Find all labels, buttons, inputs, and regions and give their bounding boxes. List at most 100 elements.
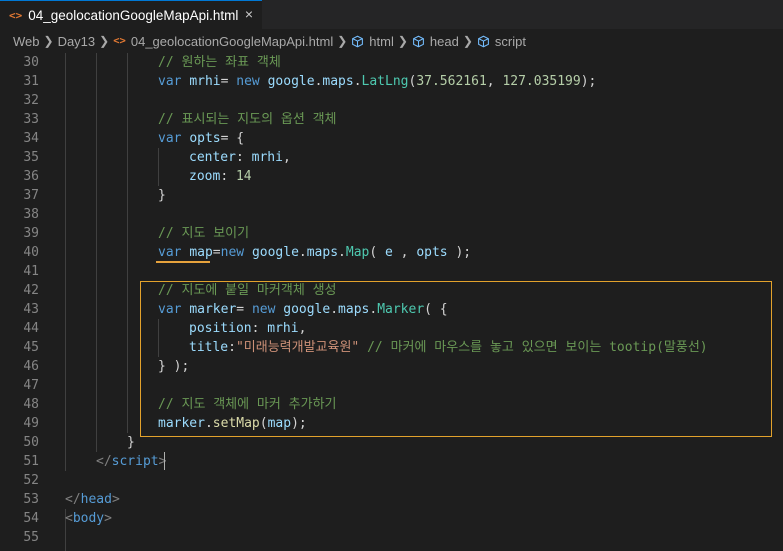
breadcrumb: Web ❯ Day13 ❯ <> 04_geolocationGoogleMap… (0, 29, 783, 53)
indent-guide (158, 148, 159, 186)
breadcrumb-file[interactable]: 04_geolocationGoogleMapApi.html (131, 34, 333, 49)
tag-bracket: < (65, 511, 73, 526)
variable: mrhi (251, 150, 283, 165)
text-cursor (164, 452, 165, 470)
line-number: 49 (23, 416, 39, 431)
line-number: 34 (23, 131, 39, 146)
variable: marker (158, 416, 205, 431)
comment: // 지도에 붙일 마커객체 생성 (158, 283, 337, 298)
line-number: 32 (23, 93, 39, 108)
punct: } (127, 435, 135, 450)
line-number: 36 (23, 169, 39, 184)
code-line: var mrhi= new google.maps.LatLng(37.5621… (158, 72, 596, 91)
punct: ); (291, 416, 307, 431)
property: position (189, 321, 252, 336)
punct: : (235, 150, 252, 165)
line-number: 55 (23, 530, 39, 545)
tag-bracket: > (104, 511, 112, 526)
identifier: maps (338, 302, 370, 317)
breadcrumb-html[interactable]: html (369, 34, 394, 49)
punct: , (486, 74, 503, 89)
variable: map (189, 245, 213, 260)
punct: : (228, 340, 236, 355)
chevron-right-icon: ❯ (99, 34, 110, 48)
line-number: 47 (23, 378, 39, 393)
cube-icon (413, 35, 424, 47)
punct: ( (259, 416, 268, 431)
line-number: 40 (23, 245, 39, 260)
operator: = (212, 245, 221, 260)
punct: : (220, 169, 236, 184)
tab-active-file[interactable]: <> 04_geolocationGoogleMapApi.html × (0, 0, 262, 29)
class-name: Map (345, 245, 370, 260)
comment: // 표시되는 지도의 옵션 객체 (158, 112, 337, 127)
breadcrumb-script[interactable]: script (495, 34, 526, 49)
html-file-icon: <> (9, 8, 23, 22)
keyword: new (220, 245, 245, 260)
dot: . (298, 245, 307, 260)
html-file-icon: <> (113, 35, 126, 47)
tab-bar: <> 04_geolocationGoogleMapApi.html × (0, 0, 783, 29)
line-number: 39 (23, 226, 39, 241)
close-icon[interactable]: × (245, 6, 253, 22)
argument: opts (416, 245, 448, 260)
property: zoom (189, 169, 221, 184)
line-number-gutter: 30 31 32 33 34 35 36 37 38 39 40 41 42 4… (0, 53, 42, 551)
punct: = { (220, 131, 245, 146)
code-line: } (127, 433, 135, 452)
argument: map (267, 416, 292, 431)
breadcrumb-head[interactable]: head (430, 34, 459, 49)
code-line: title:"미래능력개발교육원" // 마커에 마우스를 놓고 있으면 보이는… (189, 338, 708, 357)
chevron-right-icon: ❯ (337, 34, 348, 48)
punct: ); (447, 245, 472, 260)
code-line: } (158, 186, 166, 205)
punct: } (158, 188, 166, 203)
line-number: 35 (23, 150, 39, 165)
indent-guide (158, 319, 159, 357)
code-line: <body> (65, 509, 112, 528)
dot: . (338, 245, 346, 260)
keyword: new (251, 302, 276, 317)
chevron-right-icon: ❯ (397, 34, 408, 48)
line-number: 37 (23, 188, 39, 203)
property: title (189, 340, 229, 355)
line-number: 51 (23, 454, 39, 469)
variable: marker (189, 302, 237, 317)
keyword: new (236, 74, 260, 89)
line-number: 54 (23, 511, 39, 526)
breadcrumb-web[interactable]: Web (13, 34, 40, 49)
dot: . (330, 302, 339, 317)
number: 127.035199 (502, 74, 581, 89)
string: "미래능력개발교육원" (235, 340, 360, 355)
tab-label: 04_geolocationGoogleMapApi.html (28, 7, 239, 23)
punct: : (251, 321, 268, 336)
line-number: 53 (23, 492, 39, 507)
breadcrumb-day13[interactable]: Day13 (58, 34, 96, 49)
code-line: var marker= new google.maps.Marker( { (158, 300, 448, 319)
tag-bracket: > (158, 454, 167, 469)
code-line: // 표시되는 지도의 옵션 객체 (158, 110, 337, 129)
line-number: 33 (23, 112, 39, 127)
line-number: 42 (23, 283, 39, 298)
tag-name: script (111, 454, 159, 469)
variable: mrhi (189, 74, 221, 89)
number: 14 (235, 169, 252, 184)
tag-bracket: </ (96, 454, 112, 469)
dot: . (369, 302, 378, 317)
keyword: var (158, 302, 182, 317)
chevron-right-icon: ❯ (462, 34, 473, 48)
line-number: 30 (23, 55, 39, 70)
tag-bracket: > (111, 492, 120, 507)
indent-guide (65, 53, 66, 471)
annotation-underline (156, 261, 210, 263)
code-line: center: mrhi, (189, 148, 291, 167)
comment: // 원하는 좌표 객체 (158, 55, 281, 70)
code-line: // 지도 보이기 (158, 224, 249, 243)
code-line: var opts= { (158, 129, 244, 148)
class-name: Marker (377, 302, 425, 317)
comment: // 마커에 마우스를 놓고 있으면 보이는 tootip(말풍선) (367, 340, 708, 355)
indent-guide (127, 53, 128, 433)
code-editor[interactable]: 30 31 32 33 34 35 36 37 38 39 40 41 42 4… (0, 53, 783, 551)
cube-icon (352, 35, 364, 47)
keyword: var (158, 74, 182, 89)
